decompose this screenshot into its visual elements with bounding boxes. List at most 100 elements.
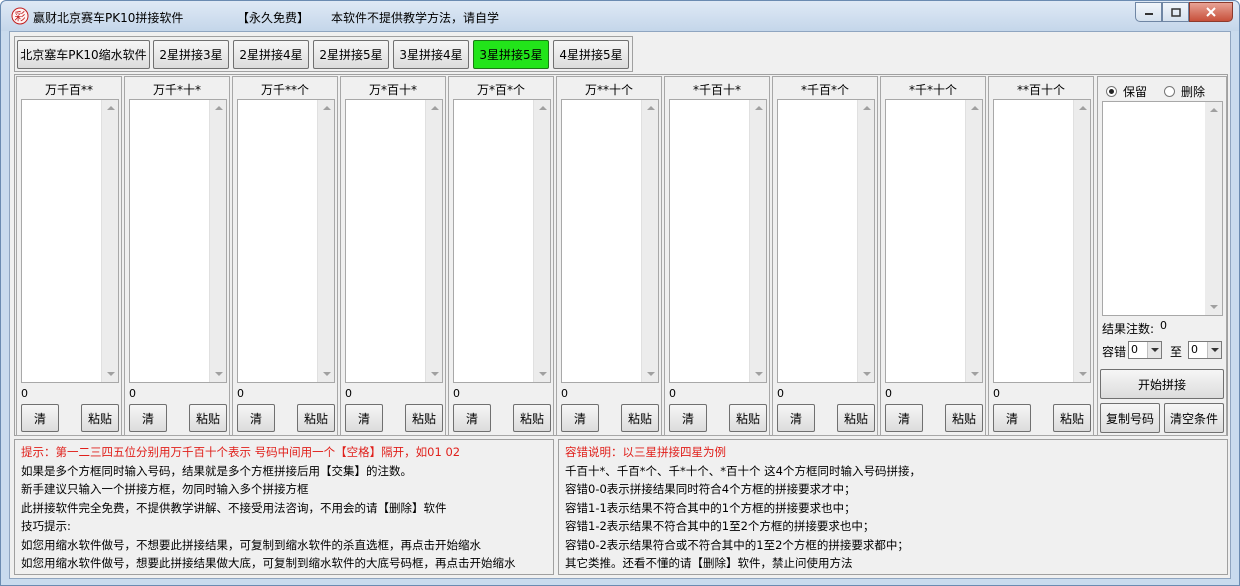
number-input[interactable] — [777, 99, 875, 383]
column-title: 万千*十* — [152, 83, 201, 97]
scrollbar[interactable] — [317, 100, 334, 382]
paste-button[interactable]: 粘贴 — [189, 404, 227, 432]
tip-line: 技巧提示: — [21, 519, 71, 533]
tolerance-to-select[interactable]: 0 — [1188, 341, 1222, 359]
start-splice-button[interactable]: 开始拼接 — [1100, 369, 1224, 399]
chevron-down-icon[interactable] — [1147, 342, 1161, 358]
paste-button[interactable]: 粘贴 — [81, 404, 119, 432]
svg-text:彩: 彩 — [15, 10, 26, 23]
column-box-1: 万千百** 0 清 粘贴 — [16, 76, 122, 436]
scrollbar[interactable] — [209, 100, 226, 382]
column-title: **百十个 — [1016, 83, 1065, 97]
number-input[interactable] — [885, 99, 983, 383]
scrollbar[interactable] — [101, 100, 118, 382]
scroll-up-icon[interactable] — [323, 106, 331, 110]
paste-button[interactable]: 粘贴 — [405, 404, 443, 432]
radio-selected-icon[interactable] — [1106, 86, 1117, 97]
clear-button[interactable]: 清 — [993, 404, 1031, 432]
clear-button[interactable]: 清 — [453, 404, 491, 432]
column-title: *千*十个 — [908, 83, 957, 97]
number-input[interactable] — [993, 99, 1091, 383]
tab-4to5[interactable]: 4星拼接5星 — [553, 40, 629, 69]
tab-3to4[interactable]: 3星拼接4星 — [393, 40, 469, 69]
scroll-down-icon[interactable] — [971, 372, 979, 376]
paste-button[interactable]: 粘贴 — [297, 404, 335, 432]
scroll-up-icon[interactable] — [1079, 106, 1087, 110]
scroll-down-icon[interactable] — [1079, 372, 1087, 376]
scrollbar[interactable] — [425, 100, 442, 382]
number-input[interactable] — [561, 99, 659, 383]
scrollbar[interactable] — [749, 100, 766, 382]
client-area: 北京塞车PK10缩水软件 2星拼接3星 2星拼接4星 2星拼接5星 3星拼接4星… — [9, 31, 1231, 579]
scrollbar[interactable] — [641, 100, 658, 382]
clear-button[interactable]: 清 — [561, 404, 599, 432]
tab-2to4[interactable]: 2星拼接4星 — [233, 40, 309, 69]
scroll-up-icon[interactable] — [215, 106, 223, 110]
number-input[interactable] — [669, 99, 767, 383]
scroll-down-icon[interactable] — [431, 372, 439, 376]
number-input[interactable] — [237, 99, 335, 383]
close-button[interactable] — [1189, 2, 1233, 22]
copy-numbers-button[interactable]: 复制号码 — [1100, 403, 1160, 433]
scroll-up-icon[interactable] — [107, 106, 115, 110]
tab-2to3[interactable]: 2星拼接3星 — [153, 40, 229, 69]
tip-line: 如您用缩水软件做号，不想要此拼接结果，可复制到缩水软件的杀直选框，再点击开始缩水 — [21, 537, 481, 552]
number-input[interactable] — [453, 99, 551, 383]
clear-button[interactable]: 清 — [885, 404, 923, 432]
scroll-down-icon[interactable] — [863, 372, 871, 376]
number-input[interactable] — [21, 99, 119, 383]
tolerance-from-select[interactable]: 0 — [1128, 341, 1162, 359]
scroll-down-icon[interactable] — [539, 372, 547, 376]
help-line: 容错说明：以三星拼接四星为例 — [565, 445, 726, 459]
tip-line: 提示：第一二三四五位分别用万千百十个表示 号码中间用一个【空格】隔开，如01 0… — [21, 445, 461, 459]
maximize-button[interactable] — [1162, 2, 1189, 22]
paste-button[interactable]: 粘贴 — [513, 404, 551, 432]
scroll-up-icon[interactable] — [647, 106, 655, 110]
radio-empty-icon[interactable] — [1164, 86, 1175, 97]
chevron-down-icon[interactable] — [1207, 342, 1221, 358]
clear-button[interactable]: 清 — [129, 404, 167, 432]
delete-radio[interactable]: 删除 — [1164, 83, 1205, 100]
scroll-up-icon[interactable] — [431, 106, 439, 110]
scrollbar[interactable] — [857, 100, 874, 382]
clear-button[interactable]: 清 — [345, 404, 383, 432]
tab-2to5[interactable]: 2星拼接5星 — [313, 40, 389, 69]
scroll-up-icon[interactable] — [1210, 108, 1218, 112]
scroll-up-icon[interactable] — [863, 106, 871, 110]
help-line: 容错1-2表示结果不符合其中的1至2个方框的拼接要求也中； — [565, 519, 875, 533]
number-input[interactable] — [345, 99, 443, 383]
clear-conditions-button[interactable]: 清空条件 — [1164, 403, 1224, 433]
scroll-down-icon[interactable] — [215, 372, 223, 376]
scroll-down-icon[interactable] — [107, 372, 115, 376]
scroll-down-icon[interactable] — [323, 372, 331, 376]
scrollbar[interactable] — [533, 100, 550, 382]
result-panel: 保留 删除 结果注数: 0 容错 0 至 0 开始拼接 复制号码 清空条件 — [1097, 76, 1227, 436]
paste-button[interactable]: 粘贴 — [621, 404, 659, 432]
scroll-down-icon[interactable] — [755, 372, 763, 376]
paste-button[interactable]: 粘贴 — [945, 404, 983, 432]
paste-button[interactable]: 粘贴 — [837, 404, 875, 432]
scroll-up-icon[interactable] — [755, 106, 763, 110]
scroll-up-icon[interactable] — [539, 106, 547, 110]
paste-button[interactable]: 粘贴 — [729, 404, 767, 432]
scroll-up-icon[interactable] — [971, 106, 979, 110]
column-title: 万千**个 — [260, 83, 309, 97]
minimize-button[interactable] — [1135, 2, 1162, 22]
clear-button[interactable]: 清 — [669, 404, 707, 432]
scrollbar[interactable] — [1205, 102, 1222, 315]
clear-button[interactable]: 清 — [237, 404, 275, 432]
scrollbar[interactable] — [1073, 100, 1090, 382]
paste-button[interactable]: 粘贴 — [1053, 404, 1091, 432]
clear-button[interactable]: 清 — [777, 404, 815, 432]
scroll-down-icon[interactable] — [1210, 305, 1218, 309]
number-input[interactable] — [129, 99, 227, 383]
tab-pk10-shrink[interactable]: 北京塞车PK10缩水软件 — [17, 40, 150, 69]
count-label: 0 — [561, 387, 568, 400]
tab-3to5[interactable]: 3星拼接5星 — [473, 40, 549, 69]
clear-button[interactable]: 清 — [21, 404, 59, 432]
result-output[interactable] — [1102, 101, 1223, 316]
keep-radio[interactable]: 保留 — [1106, 83, 1147, 100]
scrollbar[interactable] — [965, 100, 982, 382]
tip-line: 如您用缩水软件做号，想要此拼接结果做大底，可复制到缩水软件的大底号码框，再点击开… — [21, 556, 516, 570]
scroll-down-icon[interactable] — [647, 372, 655, 376]
